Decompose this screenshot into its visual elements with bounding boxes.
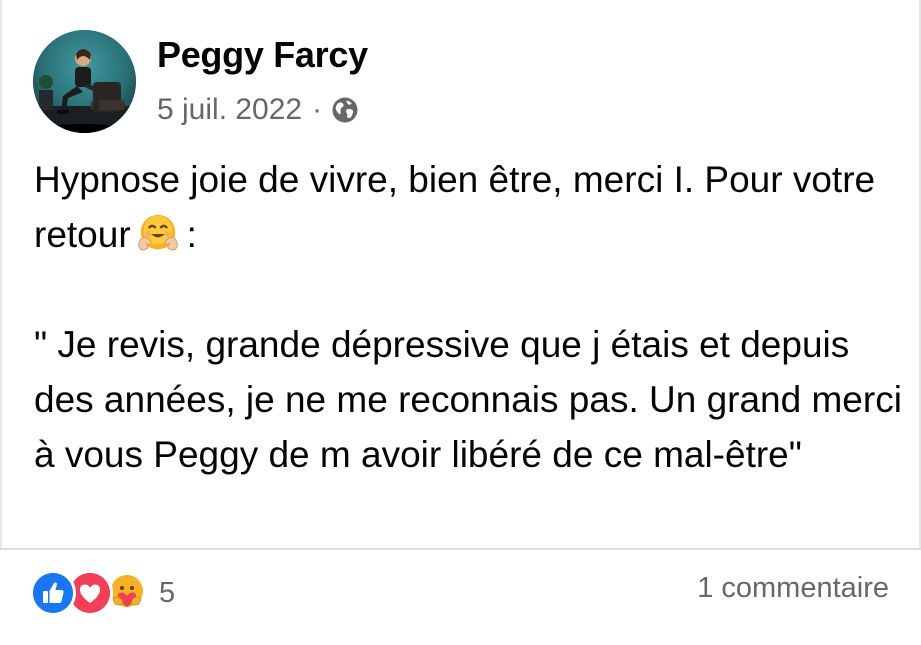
author-name[interactable]: Peggy Farcy bbox=[157, 34, 368, 76]
post-intro-colon: : bbox=[186, 214, 197, 255]
avatar-photo bbox=[33, 30, 136, 133]
post-text: Hypnose joie de vivre, bien être, merci … bbox=[34, 152, 904, 482]
post-date[interactable]: 5 juil. 2022 bbox=[157, 93, 302, 127]
hugging-face-emoji-icon bbox=[135, 211, 181, 257]
comments-count-link[interactable]: 1 commentaire bbox=[697, 572, 889, 605]
post-meta: 5 juil. 2022 · bbox=[157, 90, 360, 130]
globe-icon[interactable] bbox=[330, 95, 360, 125]
reaction-count: 5 bbox=[159, 576, 176, 609]
post-intro: Hypnose joie de vivre, bien être, merci … bbox=[34, 152, 904, 262]
facebook-post: Peggy Farcy 5 juil. 2022 · Hypnose joie … bbox=[0, 0, 921, 645]
reactions-summary[interactable]: 5 bbox=[30, 570, 175, 616]
author-avatar[interactable] bbox=[33, 30, 136, 133]
meta-separator: · bbox=[312, 93, 323, 126]
footer-divider bbox=[0, 548, 921, 550]
post-quote: " Je revis, grande dépressive que j étai… bbox=[34, 324, 902, 475]
like-icon bbox=[30, 570, 76, 616]
post-border-left bbox=[0, 0, 2, 548]
